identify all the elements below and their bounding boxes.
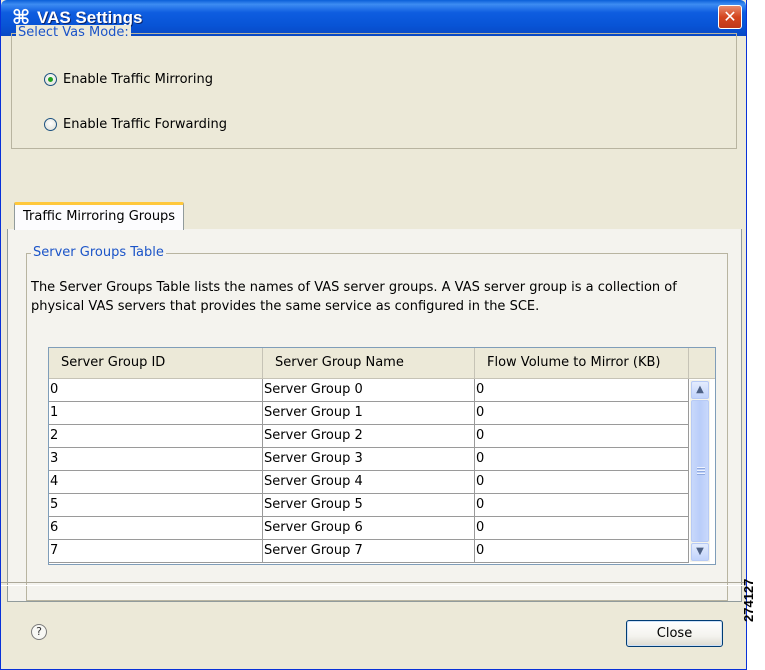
column-header-label: Server Group ID — [61, 355, 166, 370]
cell-server-group-name[interactable]: Server Group 5 — [263, 494, 475, 517]
server-groups-legend: Server Groups Table — [31, 245, 166, 260]
cell-flow-volume[interactable]: 0 — [475, 494, 689, 517]
cell-server-group-id[interactable]: 0 — [49, 379, 263, 402]
cell-server-group-id[interactable]: 5 — [49, 494, 263, 517]
vas-mode-legend: Select Vas Mode: — [16, 25, 131, 40]
radio-traffic-mirroring-label: Enable Traffic Mirroring — [63, 71, 214, 87]
server-groups-description: The Server Groups Table lists the names … — [31, 280, 677, 314]
table-header: Server Group ID Server Group Name Flow V… — [49, 348, 715, 379]
cell-server-group-name[interactable]: Server Group 3 — [263, 448, 475, 471]
figure-id-label: 274127 — [741, 578, 756, 622]
cell-flow-volume[interactable]: 0 — [475, 402, 689, 425]
cell-flow-volume[interactable]: 0 — [475, 540, 689, 563]
grip-icon — [697, 467, 705, 476]
vas-settings-window: ⌘ VAS Settings ✕ Select Vas Mode: Enable… — [0, 0, 747, 670]
column-header-label: Server Group Name — [275, 355, 404, 370]
tab-traffic-mirroring-groups[interactable]: Traffic Mirroring Groups — [14, 202, 185, 230]
cell-server-group-name[interactable]: Server Group 2 — [263, 425, 475, 448]
cell-server-group-id[interactable]: 6 — [49, 517, 263, 540]
dialog-body: Select Vas Mode: Enable Traffic Mirrorin… — [1, 25, 746, 666]
cell-server-group-name[interactable]: Server Group 6 — [263, 517, 475, 540]
cell-flow-volume[interactable]: 0 — [475, 517, 689, 540]
cell-server-group-name[interactable]: Server Group 7 — [263, 540, 475, 563]
column-header-server-group-name[interactable]: Server Group Name — [263, 348, 475, 378]
table-row[interactable]: 6 Server Group 6 0 — [49, 517, 689, 540]
cell-flow-volume[interactable]: 0 — [475, 425, 689, 448]
scroll-down-icon[interactable]: ▼ — [691, 543, 709, 561]
scroll-up-icon[interactable]: ▲ — [691, 381, 709, 399]
radio-traffic-mirroring[interactable]: Enable Traffic Mirroring — [44, 69, 213, 89]
table-row[interactable]: 7 Server Group 7 0 — [49, 540, 689, 563]
server-groups-table: Server Group ID Server Group Name Flow V… — [48, 347, 716, 565]
help-icon[interactable]: ? — [31, 624, 47, 640]
footer-separator — [1, 582, 746, 586]
table-row[interactable]: 4 Server Group 4 0 — [49, 471, 689, 494]
radio-traffic-forwarding-label: Enable Traffic Forwarding — [63, 116, 227, 132]
table-row[interactable]: 3 Server Group 3 0 — [49, 448, 689, 471]
table-row[interactable]: 0 Server Group 0 0 — [49, 379, 689, 402]
scrollbar-thumb[interactable] — [691, 400, 709, 542]
column-header-label: Flow Volume to Mirror (KB) — [487, 355, 661, 370]
table-row[interactable]: 5 Server Group 5 0 — [49, 494, 689, 517]
cell-server-group-name[interactable]: Server Group 1 — [263, 402, 475, 425]
cell-flow-volume[interactable]: 0 — [475, 379, 689, 402]
radio-checked-icon[interactable] — [44, 72, 57, 86]
vas-mode-group: Select Vas Mode: Enable Traffic Mirrorin… — [11, 25, 737, 149]
cell-flow-volume[interactable]: 0 — [475, 448, 689, 471]
cell-server-group-id[interactable]: 7 — [49, 540, 263, 563]
column-header-flow-volume[interactable]: Flow Volume to Mirror (KB) — [475, 348, 689, 378]
cell-server-group-id[interactable]: 3 — [49, 448, 263, 471]
cell-server-group-id[interactable]: 1 — [49, 402, 263, 425]
table-row[interactable]: 1 Server Group 1 0 — [49, 402, 689, 425]
cell-server-group-id[interactable]: 4 — [49, 471, 263, 494]
radio-traffic-forwarding[interactable]: Enable Traffic Forwarding — [44, 114, 227, 134]
cell-flow-volume[interactable]: 0 — [475, 471, 689, 494]
table-vertical-scrollbar[interactable]: ▲ ▼ — [690, 380, 710, 562]
radio-unchecked-icon[interactable] — [44, 117, 57, 131]
column-header-server-group-id[interactable]: Server Group ID — [49, 348, 263, 378]
table-row[interactable]: 2 Server Group 2 0 — [49, 425, 689, 448]
cell-server-group-id[interactable]: 2 — [49, 425, 263, 448]
window-close-button[interactable]: ✕ — [718, 5, 742, 29]
cell-server-group-name[interactable]: Server Group 0 — [263, 379, 475, 402]
cell-server-group-name[interactable]: Server Group 4 — [263, 471, 475, 494]
close-button[interactable]: Close — [626, 620, 723, 647]
